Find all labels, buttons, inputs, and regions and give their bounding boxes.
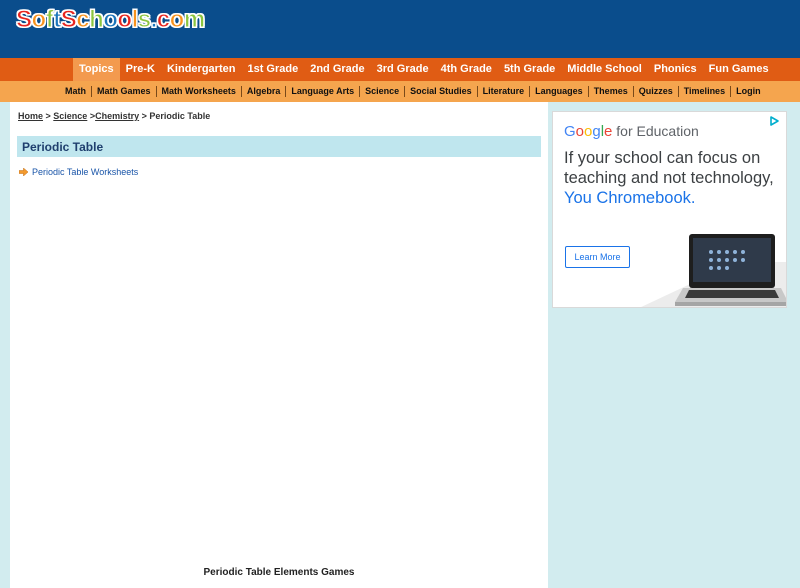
subnav-item-algebra[interactable]: Algebra: [242, 86, 287, 97]
site-logo[interactable]: SoftSchools.com: [16, 6, 206, 34]
breadcrumb-chemistry-link[interactable]: Chemistry: [95, 111, 139, 121]
logo-letter: s: [137, 6, 151, 34]
site-header: SoftSchools.com: [0, 0, 800, 58]
subnav-item-math-worksheets[interactable]: Math Worksheets: [157, 86, 242, 97]
breadcrumb-separator: >: [87, 111, 96, 121]
ad-headline: If your school can focus on teaching and…: [564, 148, 774, 208]
section-heading: Periodic Table Elements Games: [203, 567, 355, 578]
ad-headline-highlight: You Chromebook.: [564, 189, 696, 207]
logo-letter: o: [169, 6, 185, 34]
subnav-item-math-games[interactable]: Math Games: [92, 86, 157, 97]
primary-nav: Topics Pre-K Kindergarten 1st Grade 2nd Grad…: [0, 58, 800, 81]
subnav-item-login[interactable]: Login: [731, 86, 766, 97]
periodic-table-worksheets-link[interactable]: Periodic Table Worksheets: [32, 167, 138, 177]
breadcrumb-science-link[interactable]: Science: [53, 111, 87, 121]
ad-headline-text: If your school can focus on teaching and…: [564, 149, 774, 187]
subnav-item-language-arts[interactable]: Language Arts: [286, 86, 361, 97]
logo-letter: m: [183, 6, 205, 34]
breadcrumb-separator: >: [43, 111, 54, 121]
nav-item-1st-grade[interactable]: 1st Grade: [241, 58, 304, 81]
subnav-item-languages[interactable]: Languages: [530, 86, 589, 97]
ad-brand: Google for Education: [564, 123, 699, 140]
ad-brand-suffix: for Education: [612, 123, 699, 139]
google-logo-letter: G: [564, 123, 576, 140]
main-content: Home > Science >Chemistry > Periodic Tab…: [10, 102, 548, 588]
ad-choices-icon[interactable]: [768, 115, 780, 127]
learn-more-button[interactable]: Learn More: [565, 246, 630, 268]
page-title-bar: Periodic Table: [17, 136, 541, 157]
nav-item-2nd-grade[interactable]: 2nd Grade: [304, 58, 370, 81]
nav-item-topics[interactable]: Topics: [73, 58, 120, 81]
arrow-right-icon: [19, 168, 28, 176]
google-logo-text: Google: [564, 123, 612, 140]
nav-item-middle-school[interactable]: Middle School: [561, 58, 648, 81]
nav-item-phonics[interactable]: Phonics: [648, 58, 703, 81]
subnav-item-math[interactable]: Math: [60, 86, 92, 97]
laptop-image: [641, 234, 786, 307]
google-logo-letter: o: [575, 123, 585, 140]
subnav-item-themes[interactable]: Themes: [589, 86, 634, 97]
list-item: Periodic Table Worksheets: [19, 167, 138, 177]
logo-letter: h: [89, 6, 105, 34]
nav-item-fun-games[interactable]: Fun Games: [703, 58, 775, 81]
nav-item-5th-grade[interactable]: 5th Grade: [498, 58, 561, 81]
nav-item-pre-k[interactable]: Pre-K: [120, 58, 161, 81]
breadcrumb-current: > Periodic Table: [139, 111, 211, 121]
nav-item-kindergarten[interactable]: Kindergarten: [161, 58, 241, 81]
breadcrumb: Home > Science >Chemistry > Periodic Tab…: [18, 111, 210, 121]
logo-letter: S: [16, 6, 33, 34]
subnav-item-science[interactable]: Science: [360, 86, 406, 97]
nav-item-4th-grade[interactable]: 4th Grade: [435, 58, 498, 81]
subnav-item-literature[interactable]: Literature: [478, 86, 531, 97]
logo-letter: o: [117, 6, 133, 34]
logo-letter: c: [156, 6, 170, 34]
google-logo-letter: g: [592, 123, 601, 140]
advertisement[interactable]: Google for Education If your school can …: [552, 111, 787, 308]
breadcrumb-home-link[interactable]: Home: [18, 111, 43, 121]
secondary-nav: Math Math Games Math Worksheets Algebra Lang…: [0, 81, 800, 102]
nav-item-3rd-grade[interactable]: 3rd Grade: [371, 58, 435, 81]
subnav-item-timelines[interactable]: Timelines: [679, 86, 732, 97]
subnav-item-social-studies[interactable]: Social Studies: [405, 86, 478, 97]
logo-letter: o: [103, 6, 119, 34]
logo-letter: o: [31, 6, 47, 34]
subnav-item-quizzes[interactable]: Quizzes: [634, 86, 679, 97]
logo-letter: S: [60, 6, 77, 34]
logo-letter: c: [76, 6, 90, 34]
page-title: Periodic Table: [22, 140, 104, 154]
logo-letter: t: [53, 6, 62, 34]
